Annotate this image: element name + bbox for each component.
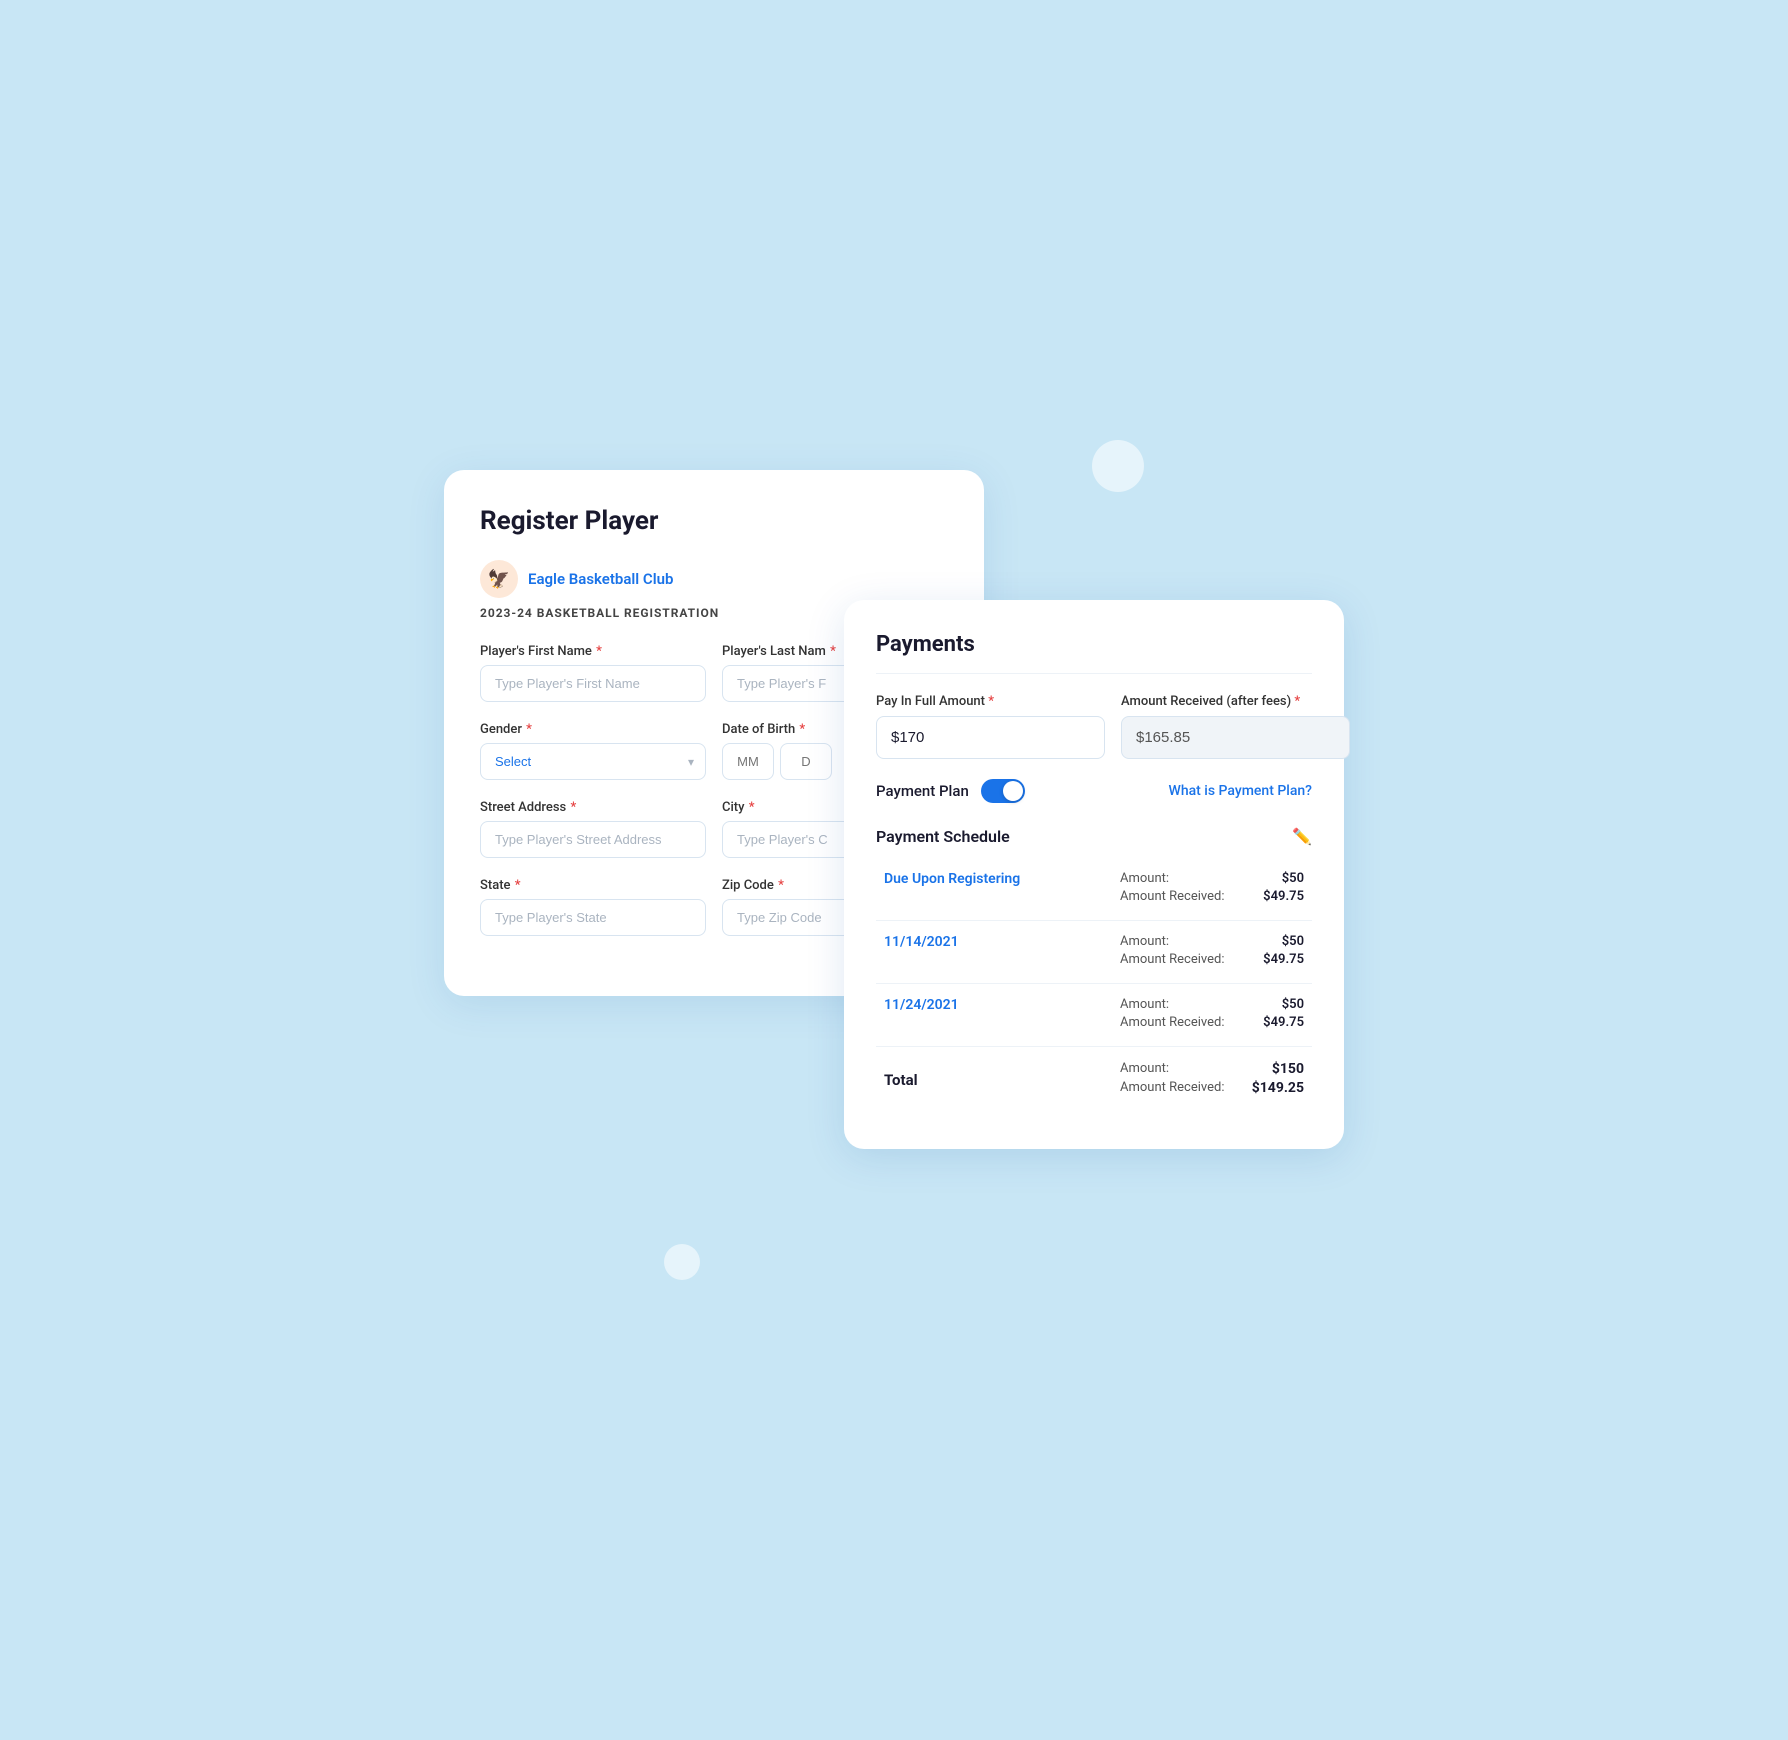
schedule-date: Due Upon Registering xyxy=(876,858,1112,921)
state-group: State * xyxy=(480,878,706,936)
street-group: Street Address * xyxy=(480,800,706,858)
club-row: 🦅 Eagle Basketball Club xyxy=(480,560,948,598)
total-received-key: Amount Received: xyxy=(1120,1080,1224,1096)
received-line: Amount Received: $49.75 xyxy=(1120,952,1304,967)
scene: Register Player 🦅 Eagle Basketball Club … xyxy=(444,440,1344,1300)
state-input[interactable] xyxy=(480,899,706,936)
received-key: Amount Received: xyxy=(1120,889,1224,904)
amount-value: $50 xyxy=(1282,934,1304,949)
payment-plan-row: Payment Plan What is Payment Plan? xyxy=(876,779,1312,803)
gender-label: Gender * xyxy=(480,722,706,737)
amount-received-group: Amount Received (after fees) * xyxy=(1121,694,1350,759)
total-amount-line: Amount: $150 xyxy=(1120,1061,1304,1077)
amount-received-input xyxy=(1121,716,1350,759)
dob-dd-input[interactable] xyxy=(780,743,832,780)
received-line: Amount Received: $49.75 xyxy=(1120,1015,1304,1030)
received-value: $49.75 xyxy=(1263,889,1304,904)
received-line: Amount Received: $49.75 xyxy=(1120,889,1304,904)
total-amount-key: Amount: xyxy=(1120,1061,1169,1077)
edit-icon[interactable]: ✏️ xyxy=(1292,827,1312,846)
register-title: Register Player xyxy=(480,506,948,536)
amount-line: Amount: $50 xyxy=(1120,934,1304,949)
gender-select-wrapper: Select Male Female ▾ xyxy=(480,743,706,780)
first-name-group: Player's First Name * xyxy=(480,644,706,702)
dob-mm-input[interactable] xyxy=(722,743,774,780)
pay-in-full-input[interactable] xyxy=(876,716,1105,759)
toggle-thumb xyxy=(1003,781,1023,801)
schedule-amounts-col: Amount: $50 Amount Received: $49.75 xyxy=(1112,921,1312,984)
schedule-table: Due Upon Registering Amount: $50 Amount … xyxy=(876,858,1312,1113)
amount-row: Pay In Full Amount * Amount Received (af… xyxy=(876,694,1312,759)
first-name-label: Player's First Name * xyxy=(480,644,706,659)
payments-title: Payments xyxy=(876,632,1312,674)
total-amount-value: $150 xyxy=(1272,1061,1304,1077)
state-label: State * xyxy=(480,878,706,893)
club-name: Eagle Basketball Club xyxy=(528,570,673,588)
schedule-amounts-col: Amount: $50 Amount Received: $49.75 xyxy=(1112,858,1312,921)
amount-key: Amount: xyxy=(1120,997,1169,1012)
total-label: Total xyxy=(876,1047,1112,1114)
received-key: Amount Received: xyxy=(1120,1015,1224,1030)
amount-line: Amount: $50 xyxy=(1120,871,1304,886)
payment-plan-left: Payment Plan xyxy=(876,779,1025,803)
amount-line: Amount: $50 xyxy=(1120,997,1304,1012)
table-row: 11/24/2021 Amount: $50 Amount Received: … xyxy=(876,984,1312,1047)
street-input[interactable] xyxy=(480,821,706,858)
total-received-line: Amount Received: $149.25 xyxy=(1120,1080,1304,1096)
table-row: Due Upon Registering Amount: $50 Amount … xyxy=(876,858,1312,921)
schedule-amounts-col: Amount: $50 Amount Received: $49.75 xyxy=(1112,984,1312,1047)
gender-group: Gender * Select Male Female ▾ xyxy=(480,722,706,780)
payment-plan-toggle[interactable] xyxy=(981,779,1025,803)
received-value: $49.75 xyxy=(1263,1015,1304,1030)
payment-plan-label: Payment Plan xyxy=(876,782,969,800)
amount-received-label: Amount Received (after fees) * xyxy=(1121,694,1350,709)
club-logo-icon: 🦅 xyxy=(488,569,510,590)
amount-value: $50 xyxy=(1282,871,1304,886)
schedule-header: Payment Schedule ✏️ xyxy=(876,827,1312,846)
amount-key: Amount: xyxy=(1120,871,1169,886)
deco-circle-top xyxy=(1092,440,1144,492)
total-received-value: $149.25 xyxy=(1252,1080,1304,1096)
total-row: Total Amount: $150 Amount Received: $149… xyxy=(876,1047,1312,1114)
total-amounts-col: Amount: $150 Amount Received: $149.25 xyxy=(1112,1047,1312,1114)
amount-key: Amount: xyxy=(1120,934,1169,949)
received-key: Amount Received: xyxy=(1120,952,1224,967)
street-label: Street Address * xyxy=(480,800,706,815)
payments-card: Payments Pay In Full Amount * Amount Rec… xyxy=(844,600,1344,1149)
received-value: $49.75 xyxy=(1263,952,1304,967)
schedule-date: 11/14/2021 xyxy=(876,921,1112,984)
club-logo: 🦅 xyxy=(480,560,518,598)
schedule-title: Payment Schedule xyxy=(876,827,1010,846)
table-row: 11/14/2021 Amount: $50 Amount Received: … xyxy=(876,921,1312,984)
amount-value: $50 xyxy=(1282,997,1304,1012)
schedule-date: 11/24/2021 xyxy=(876,984,1112,1047)
deco-circle-bottom xyxy=(664,1244,700,1280)
pay-in-full-group: Pay In Full Amount * xyxy=(876,694,1105,759)
gender-select[interactable]: Select Male Female xyxy=(480,743,706,780)
pay-in-full-label: Pay In Full Amount * xyxy=(876,694,1105,709)
payment-plan-link[interactable]: What is Payment Plan? xyxy=(1169,783,1313,799)
first-name-input[interactable] xyxy=(480,665,706,702)
